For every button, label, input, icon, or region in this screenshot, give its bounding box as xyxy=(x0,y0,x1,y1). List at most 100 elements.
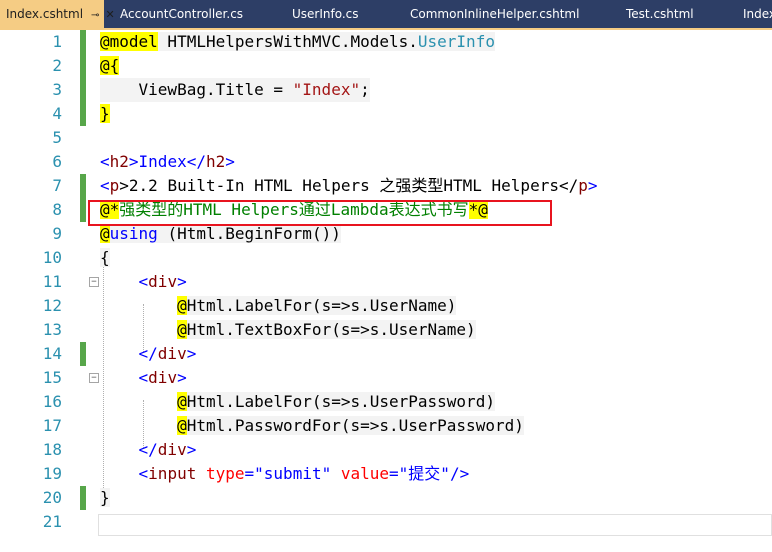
tag-bracket: > xyxy=(186,344,197,363)
razor-at: @ xyxy=(177,416,187,435)
code-text: >2.2 Built-In HTML Helpers 之强类型HTML Help… xyxy=(119,176,579,195)
tab-commoninlinehelper-cshtml[interactable]: CommonInlineHelper.cshtml xyxy=(404,0,585,28)
line-number: 7 xyxy=(52,176,62,195)
collapse-icon[interactable]: − xyxy=(89,373,99,383)
code-line[interactable]: 1 @model HTMLHelpersWithMVC.Models.UserI… xyxy=(0,30,772,54)
code-line[interactable]: 17 @Html.PasswordFor(s=>s.UserPassword) xyxy=(0,414,772,438)
current-line-highlight xyxy=(98,514,772,536)
code-text: Html.LabelFor(s=>s.UserPassword) xyxy=(186,392,495,411)
line-number: 2 xyxy=(52,56,62,75)
code-line[interactable]: 12 @Html.LabelFor(s=>s.UserName) xyxy=(0,294,772,318)
code-line[interactable]: 10 { xyxy=(0,246,772,270)
code-line[interactable]: 3 ViewBag.Title = "Index"; xyxy=(0,78,772,102)
code-line[interactable]: 5 xyxy=(0,126,772,150)
tab-label: UserInfo.cs xyxy=(292,7,359,21)
code-text: ; xyxy=(360,80,370,99)
tab-accountcontroller-cs[interactable]: AccountController.cs xyxy=(114,0,249,28)
tab-index-cshtml[interactable]: Index.cshtml ⊸ ✕ xyxy=(0,0,115,28)
change-marker xyxy=(80,342,86,366)
line-number: 17 xyxy=(42,416,62,435)
tag-bracket: < xyxy=(138,368,149,387)
line-number: 5 xyxy=(52,128,62,147)
tag-name: div xyxy=(148,368,178,387)
attribute-name: type xyxy=(205,464,245,483)
tab-label: Index xyxy=(743,7,772,21)
tag-name: div xyxy=(157,344,187,363)
tag-bracket: /> xyxy=(449,464,470,483)
code-text: Html.PasswordFor(s=>s.UserPassword) xyxy=(186,416,524,435)
code-text: Html.LabelFor(s=>s.UserName) xyxy=(186,296,457,315)
tag-name: p xyxy=(578,176,588,195)
attribute-value: "提交" xyxy=(398,464,450,483)
tag-bracket: </ xyxy=(138,440,158,459)
pin-icon[interactable]: ⊸ xyxy=(91,10,99,21)
change-marker xyxy=(80,30,86,54)
line-number: 10 xyxy=(42,248,62,267)
tab-test-cshtml[interactable]: Test.cshtml xyxy=(620,0,700,28)
attribute-value: "submit" xyxy=(254,464,332,483)
code-line[interactable]: 11 − <div> xyxy=(0,270,772,294)
razor-directive: @model xyxy=(100,32,158,51)
line-number: 3 xyxy=(52,80,62,99)
line-number: 20 xyxy=(42,488,62,507)
tag-bracket: < xyxy=(138,464,149,483)
razor-at: @ xyxy=(177,296,187,315)
line-number: 6 xyxy=(52,152,62,171)
code-line[interactable]: 7 <p>2.2 Built-In HTML Helpers 之强类型HTML … xyxy=(0,174,772,198)
code-line[interactable]: 14 </div> xyxy=(0,342,772,366)
type-name: UserInfo xyxy=(417,32,495,51)
change-marker xyxy=(80,54,86,78)
keyword: using xyxy=(109,224,158,243)
code-text: HTMLHelpersWithMVC.Models. xyxy=(157,32,418,51)
razor-at: @ xyxy=(177,392,187,411)
attribute-name: value xyxy=(340,464,390,483)
tag-bracket: < xyxy=(100,152,110,171)
tag-bracket: > xyxy=(225,152,235,171)
code-line[interactable]: 19 <input type="submit" value="提交"/> xyxy=(0,462,772,486)
collapse-icon[interactable]: − xyxy=(89,277,99,287)
code-line[interactable]: 2 @{ xyxy=(0,54,772,78)
code-text: Html.TextBoxFor(s=>s.UserName) xyxy=(186,320,476,339)
change-marker xyxy=(80,486,86,510)
line-number: 19 xyxy=(42,464,62,483)
code-line[interactable]: 18 </div> xyxy=(0,438,772,462)
code-text: = xyxy=(244,464,255,483)
code-text: ViewBag.Title = xyxy=(100,80,293,99)
code-text: { xyxy=(100,248,110,267)
line-number: 8 xyxy=(52,200,62,219)
line-number: 4 xyxy=(52,104,62,123)
code-line[interactable]: 15 − <div> xyxy=(0,366,772,390)
tab-label: Test.cshtml xyxy=(626,7,694,21)
line-number: 9 xyxy=(52,224,62,243)
code-line[interactable]: 16 @Html.LabelFor(s=>s.UserPassword) xyxy=(0,390,772,414)
line-number: 12 xyxy=(42,296,62,315)
tag-bracket: > xyxy=(587,176,598,195)
line-number: 1 xyxy=(52,32,62,51)
tag-name: p xyxy=(109,176,120,195)
razor-block-open: @{ xyxy=(100,56,120,75)
tab-userinfo-cs[interactable]: UserInfo.cs xyxy=(286,0,365,28)
code-text: = xyxy=(389,464,399,483)
change-marker xyxy=(80,102,86,126)
line-number: 18 xyxy=(42,440,62,459)
razor-at: @ xyxy=(177,320,187,339)
code-line[interactable]: 4 } xyxy=(0,102,772,126)
code-text: >Index</ xyxy=(128,152,206,171)
line-number: 14 xyxy=(42,344,62,363)
code-line[interactable]: 20 } xyxy=(0,486,772,510)
code-text: (Html.BeginForm()) xyxy=(157,224,341,243)
tab-index-more[interactable]: Index xyxy=(737,0,772,28)
code-editor[interactable]: 1 @model HTMLHelpersWithMVC.Models.UserI… xyxy=(0,30,772,552)
code-line[interactable]: 6 <h2>Index</h2> xyxy=(0,150,772,174)
change-marker xyxy=(80,198,86,222)
tag-name: div xyxy=(157,440,187,459)
tag-bracket: < xyxy=(138,272,149,291)
change-marker xyxy=(80,78,86,102)
tab-label: CommonInlineHelper.cshtml xyxy=(410,7,580,21)
code-text: } xyxy=(100,488,110,507)
tab-label: AccountController.cs xyxy=(120,7,244,21)
tag-bracket: > xyxy=(186,440,197,459)
line-number: 11 xyxy=(42,272,62,291)
code-line[interactable]: 13 @Html.TextBoxFor(s=>s.UserName) xyxy=(0,318,772,342)
